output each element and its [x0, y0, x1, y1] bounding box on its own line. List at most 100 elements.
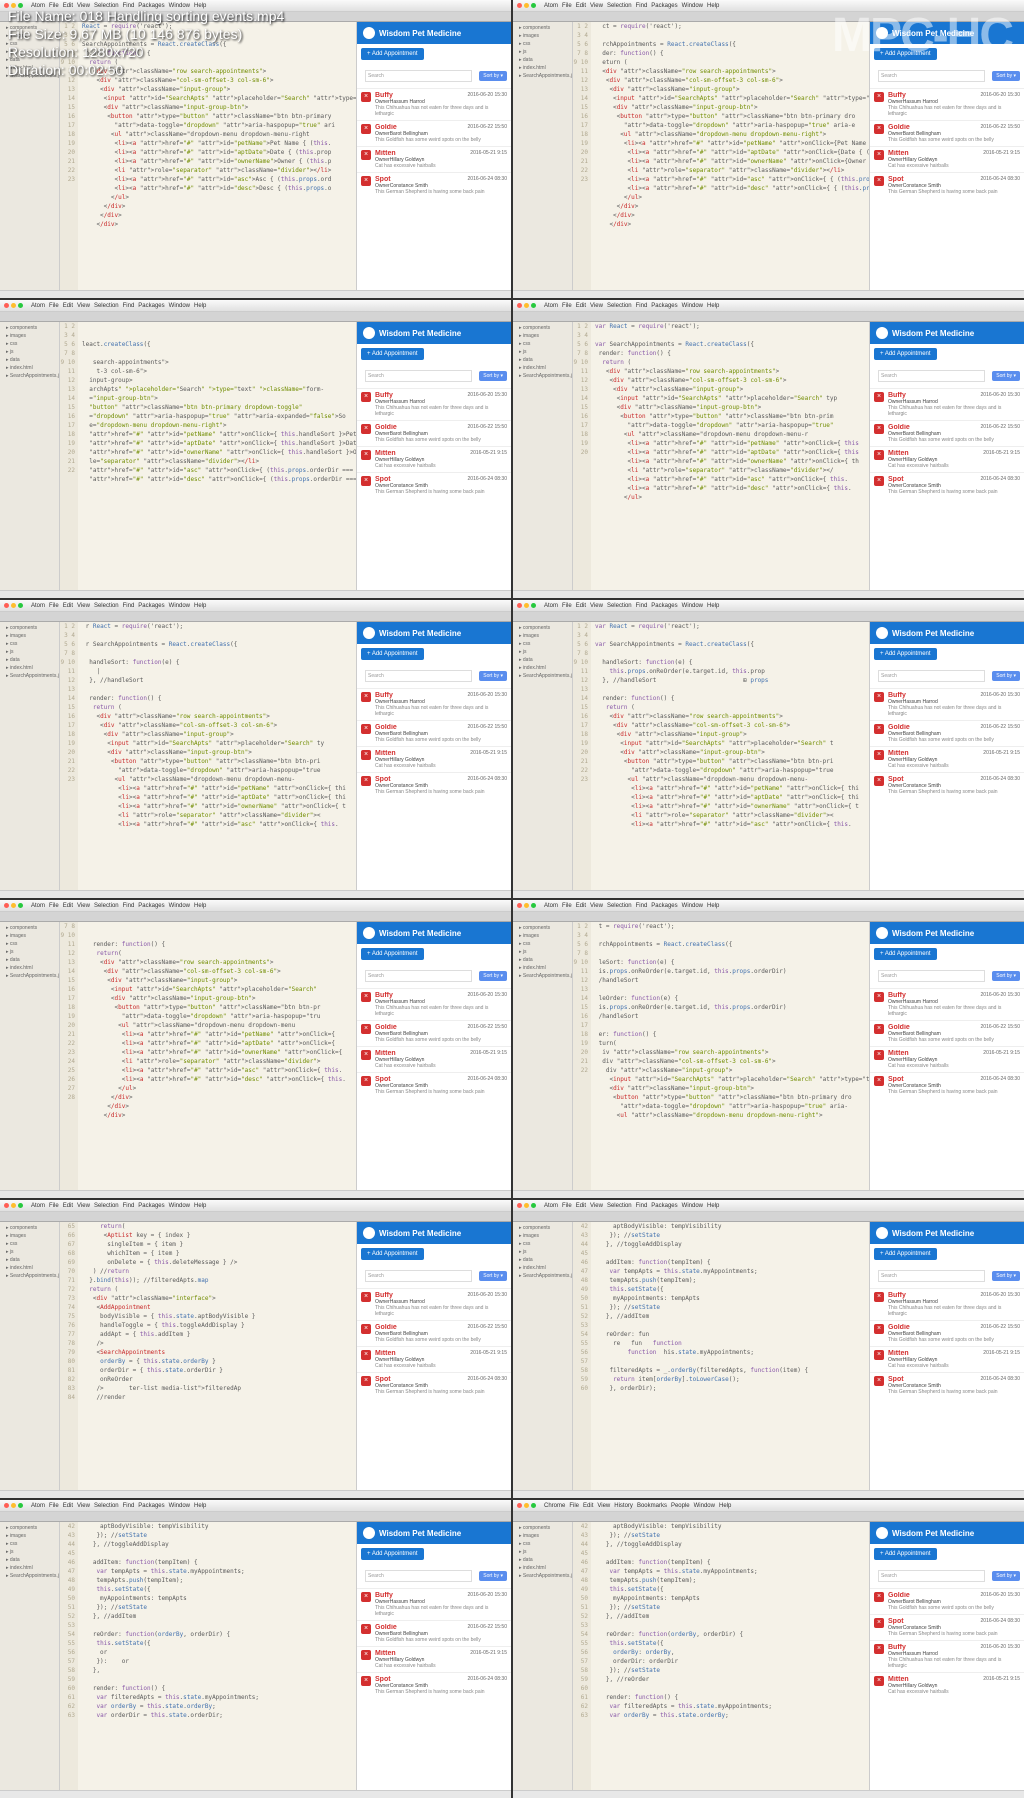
- menu-item[interactable]: Packages: [138, 1203, 164, 1209]
- menu-item[interactable]: Packages: [651, 1203, 677, 1209]
- search-input[interactable]: Search: [365, 370, 472, 382]
- code-editor[interactable]: 1 2 3 4 5 6 7 8 9 10 11 12 13 14 15 16 1…: [573, 922, 869, 1190]
- menu-item[interactable]: Help: [707, 603, 719, 609]
- code-content[interactable]: r React = require('react'); r SearchAppo…: [78, 622, 356, 890]
- menu-item[interactable]: Find: [123, 1503, 135, 1509]
- tree-item[interactable]: js: [2, 648, 57, 656]
- sort-by-button[interactable]: Sort by ▾: [992, 671, 1020, 681]
- search-input[interactable]: Search: [878, 670, 985, 682]
- menu-item[interactable]: Edit: [63, 1203, 73, 1209]
- menu-item[interactable]: Selection: [607, 903, 632, 909]
- tree-item[interactable]: SearchAppointments.js: [2, 1272, 57, 1280]
- tree-item[interactable]: SearchAppointments.js: [2, 672, 57, 680]
- menu-item[interactable]: View: [590, 603, 603, 609]
- code-editor[interactable]: 1 2 3 4 5 6 7 8 9 10 11 12 13 14 15 16 1…: [573, 622, 869, 890]
- menu-item[interactable]: Window: [169, 303, 190, 309]
- tree-item[interactable]: images: [515, 1232, 570, 1240]
- add-appointment-button[interactable]: + Add Appointment: [361, 648, 424, 660]
- menu-item[interactable]: Edit: [576, 3, 586, 9]
- search-input[interactable]: Search: [365, 70, 472, 82]
- menu-item[interactable]: Packages: [138, 1503, 164, 1509]
- tree-item[interactable]: components: [515, 624, 570, 632]
- menu-item[interactable]: Edit: [63, 1503, 73, 1509]
- menu-item[interactable]: Window: [169, 1203, 190, 1209]
- menu-item[interactable]: Atom: [31, 903, 45, 909]
- tree-item[interactable]: css: [515, 940, 570, 948]
- video-thumbnail[interactable]: ChromeFileEditViewHistoryBookmarksPeople…: [513, 1500, 1024, 1798]
- file-tree[interactable]: componentsimagescssjsdataindex.htmlSearc…: [0, 1222, 60, 1490]
- tree-item[interactable]: data: [2, 1256, 57, 1264]
- menu-item[interactable]: Window: [682, 903, 703, 909]
- video-thumbnail[interactable]: AtomFileEditViewSelectionFindPackagesWin…: [0, 900, 511, 1198]
- code-content[interactable]: t = require('react'); rchAppointments = …: [591, 922, 869, 1190]
- menu-item[interactable]: Edit: [63, 303, 73, 309]
- delete-icon[interactable]: ×: [361, 1324, 371, 1334]
- menu-item[interactable]: File: [49, 1503, 59, 1509]
- delete-icon[interactable]: ×: [874, 1618, 884, 1628]
- tree-item[interactable]: js: [2, 1248, 57, 1256]
- tree-item[interactable]: SearchAppointments.js: [515, 72, 570, 80]
- menu-item[interactable]: Selection: [94, 303, 119, 309]
- delete-icon[interactable]: ×: [874, 992, 884, 1002]
- delete-icon[interactable]: ×: [874, 1050, 884, 1060]
- menu-item[interactable]: Edit: [576, 1203, 586, 1209]
- code-content[interactable]: return( <AptList key = { index } singleI…: [78, 1222, 356, 1490]
- menu-item[interactable]: Help: [707, 903, 719, 909]
- delete-icon[interactable]: ×: [874, 1292, 884, 1302]
- tree-item[interactable]: css: [515, 1240, 570, 1248]
- tree-item[interactable]: data: [515, 656, 570, 664]
- menu-item[interactable]: File: [562, 903, 572, 909]
- tree-item[interactable]: css: [2, 640, 57, 648]
- menu-item[interactable]: Help: [194, 1203, 206, 1209]
- tree-item[interactable]: data: [2, 956, 57, 964]
- delete-icon[interactable]: ×: [361, 1050, 371, 1060]
- video-thumbnail[interactable]: AtomFileEditViewSelectionFindPackagesWin…: [0, 1500, 511, 1798]
- sort-by-button[interactable]: Sort by ▾: [479, 371, 507, 381]
- menu-item[interactable]: Window: [169, 603, 190, 609]
- tree-item[interactable]: images: [515, 1532, 570, 1540]
- menu-item[interactable]: Edit: [576, 303, 586, 309]
- tree-item[interactable]: SearchAppointments.js: [515, 372, 570, 380]
- search-input[interactable]: Search: [878, 970, 985, 982]
- code-content[interactable]: ct = require('react'); rchAppointments =…: [591, 22, 869, 290]
- menu-item[interactable]: Packages: [651, 303, 677, 309]
- menu-item[interactable]: Help: [194, 603, 206, 609]
- menu-item[interactable]: Window: [682, 303, 703, 309]
- file-tree[interactable]: componentsimagescssjsdataindex.htmlSearc…: [0, 622, 60, 890]
- delete-icon[interactable]: ×: [874, 1324, 884, 1334]
- tree-item[interactable]: index.html: [2, 364, 57, 372]
- sort-by-button[interactable]: Sort by ▾: [992, 971, 1020, 981]
- delete-icon[interactable]: ×: [361, 176, 371, 186]
- menu-item[interactable]: Edit: [576, 603, 586, 609]
- menu-item[interactable]: Window: [694, 1503, 715, 1509]
- menu-item[interactable]: View: [77, 903, 90, 909]
- search-input[interactable]: Search: [365, 1270, 472, 1282]
- code-editor[interactable]: 42 43 44 45 46 47 48 49 50 51 52 53 54 5…: [573, 1522, 869, 1790]
- file-tree[interactable]: componentsimagescssjsdataindex.htmlSearc…: [0, 1522, 60, 1790]
- menu-item[interactable]: View: [77, 603, 90, 609]
- search-input[interactable]: Search: [365, 970, 472, 982]
- tree-item[interactable]: js: [515, 648, 570, 656]
- menu-item[interactable]: People: [671, 1503, 690, 1509]
- delete-icon[interactable]: ×: [361, 992, 371, 1002]
- tree-item[interactable]: SearchAppointments.js: [515, 672, 570, 680]
- menu-item[interactable]: Selection: [607, 1203, 632, 1209]
- sort-by-button[interactable]: Sort by ▾: [479, 671, 507, 681]
- tree-item[interactable]: components: [2, 324, 57, 332]
- tree-item[interactable]: js: [515, 1248, 570, 1256]
- sort-by-button[interactable]: Sort by ▾: [992, 1571, 1020, 1581]
- tree-item[interactable]: images: [2, 332, 57, 340]
- tree-item[interactable]: images: [515, 332, 570, 340]
- tree-item[interactable]: css: [2, 1240, 57, 1248]
- tree-item[interactable]: css: [515, 1540, 570, 1548]
- tree-item[interactable]: index.html: [515, 964, 570, 972]
- tree-item[interactable]: js: [515, 48, 570, 56]
- search-input[interactable]: Search: [365, 1570, 472, 1582]
- delete-icon[interactable]: ×: [361, 1650, 371, 1660]
- delete-icon[interactable]: ×: [874, 1644, 884, 1654]
- add-appointment-button[interactable]: + Add Appointment: [874, 1248, 937, 1260]
- delete-icon[interactable]: ×: [874, 476, 884, 486]
- sort-by-button[interactable]: Sort by ▾: [992, 371, 1020, 381]
- delete-icon[interactable]: ×: [361, 92, 371, 102]
- tree-item[interactable]: index.html: [2, 964, 57, 972]
